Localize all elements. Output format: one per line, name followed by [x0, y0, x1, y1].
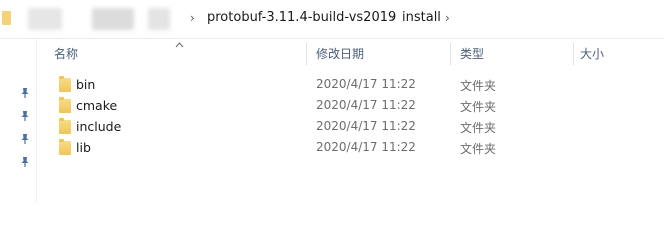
chevron-right-icon[interactable]: ›: [390, 11, 395, 25]
column-divider[interactable]: [573, 43, 574, 65]
folder-icon: [59, 118, 71, 134]
folder-icon: [59, 139, 71, 155]
file-row[interactable]: cmake 2020/4/17 11:22 文件夹: [45, 95, 605, 117]
sort-ascending-icon: [175, 37, 184, 48]
blurred-path-segment: [148, 8, 170, 30]
file-name: include: [76, 119, 122, 134]
chevron-right-icon[interactable]: ›: [190, 11, 195, 25]
file-type: 文件夹: [460, 100, 497, 114]
column-header-date[interactable]: 修改日期: [316, 45, 446, 67]
file-name: bin: [76, 77, 96, 92]
breadcrumb-item[interactable]: install: [402, 10, 441, 26]
file-type: 文件夹: [460, 142, 497, 156]
chevron-right-icon[interactable]: ›: [445, 11, 450, 25]
file-name: cmake: [76, 98, 118, 113]
file-row[interactable]: lib 2020/4/17 11:22 文件夹: [45, 137, 605, 159]
file-date: 2020/4/17 11:22: [316, 98, 416, 112]
file-row[interactable]: include 2020/4/17 11:22 文件夹: [45, 116, 605, 138]
file-date: 2020/4/17 11:22: [316, 119, 416, 133]
file-date: 2020/4/17 11:22: [316, 77, 416, 91]
pin-icon[interactable]: [20, 156, 30, 168]
navigation-pane: [0, 39, 37, 202]
column-header-size[interactable]: 大小: [580, 45, 650, 67]
folder-icon: [59, 97, 71, 113]
folder-icon: [59, 76, 71, 92]
address-bar[interactable]: › protobuf-3.11.4-build-vs2019 › install…: [0, 0, 664, 39]
file-row[interactable]: bin 2020/4/17 11:22 文件夹: [45, 74, 605, 96]
pin-icon[interactable]: [20, 133, 30, 145]
pin-icon[interactable]: [20, 87, 30, 99]
blurred-path-segment: [92, 8, 134, 30]
folder-icon: [2, 11, 11, 25]
file-type: 文件夹: [460, 121, 497, 135]
file-type: 文件夹: [460, 79, 497, 93]
pin-icon[interactable]: [20, 110, 30, 122]
blurred-path-segment: [28, 8, 62, 30]
column-divider[interactable]: [306, 43, 307, 65]
column-divider[interactable]: [450, 43, 451, 65]
breadcrumb-item[interactable]: protobuf-3.11.4-build-vs2019: [207, 10, 396, 26]
column-header-type[interactable]: 类型: [460, 45, 570, 67]
file-date: 2020/4/17 11:22: [316, 140, 416, 154]
file-name: lib: [76, 140, 91, 155]
column-header-name[interactable]: 名称: [54, 45, 304, 67]
